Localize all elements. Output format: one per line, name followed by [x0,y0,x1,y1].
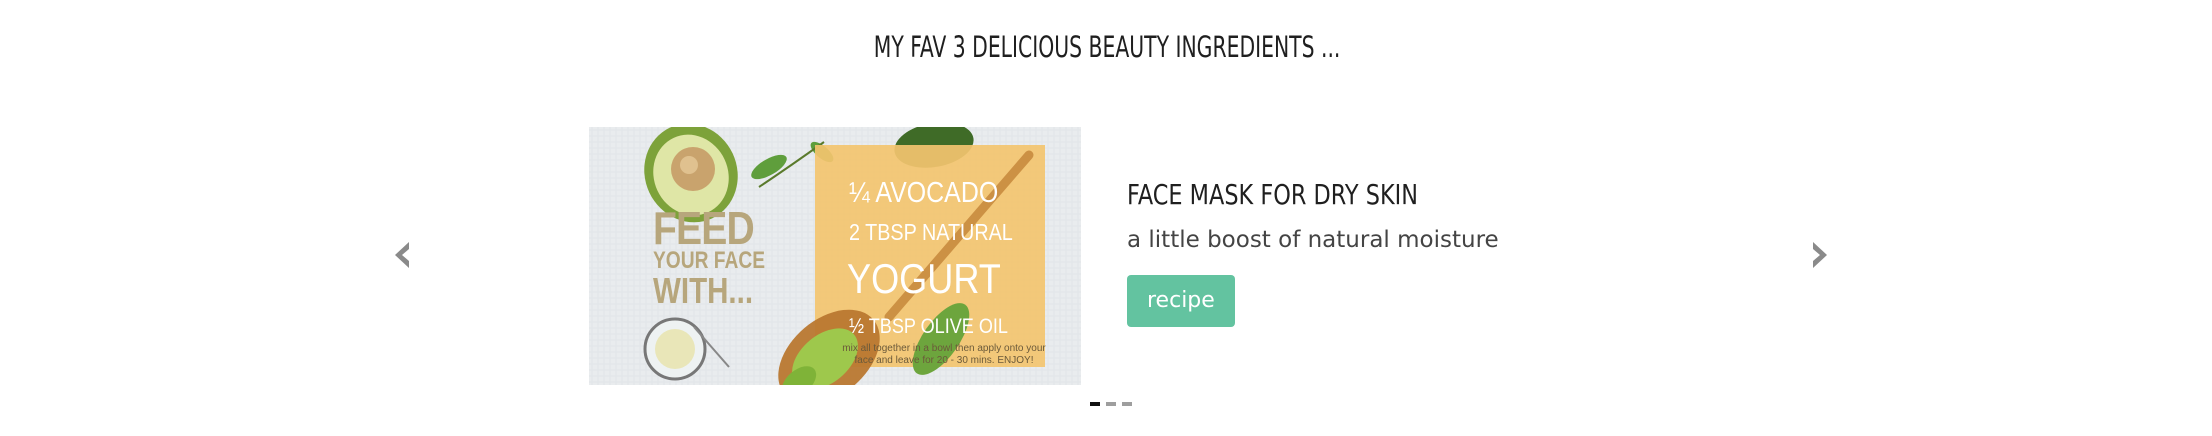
image-text-avocado: ¼ AVOCADO [849,177,999,209]
image-text-with: WITH... [653,270,754,311]
carousel-indicators [1090,402,1132,406]
carousel-prev-button[interactable] [387,240,415,270]
chevron-left-icon [387,240,415,270]
slide-subtitle: a little boost of natural moisture [1127,227,1499,253]
page: MY FAV 3 DELICIOUS BEAUTY INGREDIENTS ..… [0,0,2212,436]
chevron-right-icon [1807,240,1835,270]
slide-title: FACE MASK FOR DRY SKIN [1127,178,1419,211]
image-text-instructions: mix all together in a bowl then apply on… [842,343,1046,366]
carousel-indicator-2[interactable] [1106,402,1116,406]
slide-content: FACE MASK FOR DRY SKIN a little boost of… [1127,178,1727,327]
image-text-olive-oil: ½ TBSP OLIVE OIL [849,315,1008,338]
section-title: MY FAV 3 DELICIOUS BEAUTY INGREDIENTS ..… [873,30,1341,64]
carousel-next-button[interactable] [1807,240,1835,270]
carousel-indicator-3[interactable] [1122,402,1132,406]
carousel-indicator-1[interactable] [1090,402,1100,406]
recipe-button[interactable]: recipe [1127,275,1235,327]
image-text-yogurt-amount: 2 TBSP NATURAL [849,219,1013,245]
image-text-yogurt: YOGURT [847,255,1001,302]
slide-image: FEED YOUR FACE WITH... ¼ AVOCADO 2 TBSP … [589,127,1081,385]
